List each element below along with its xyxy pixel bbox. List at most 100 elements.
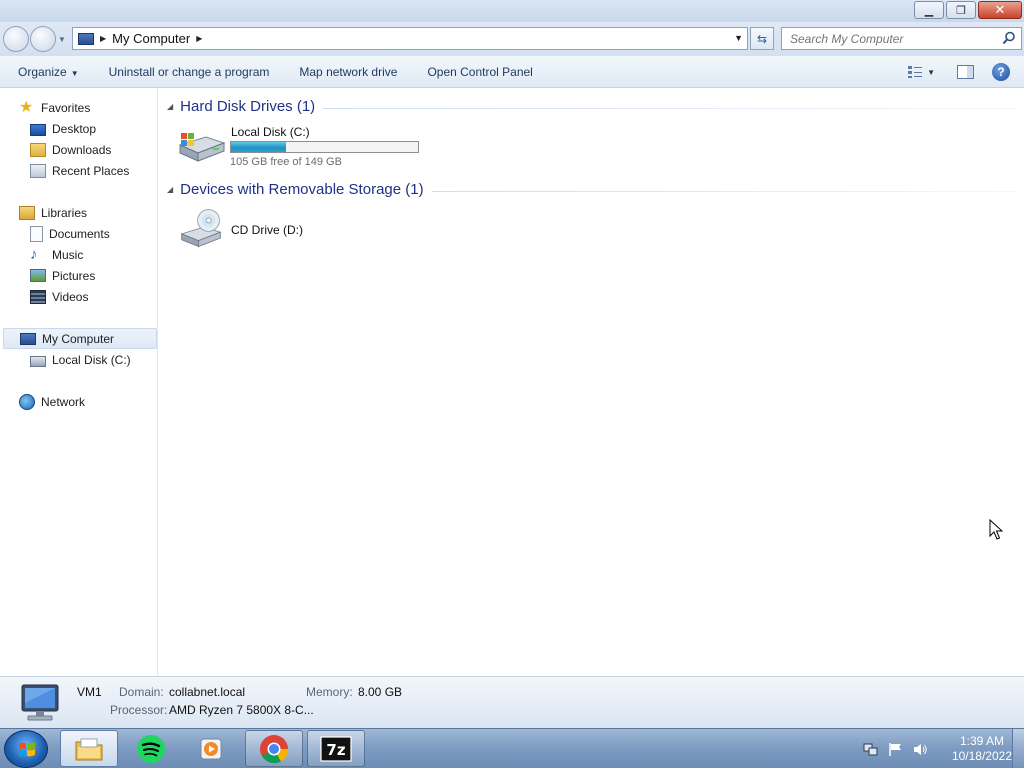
nav-desktop-label: Desktop bbox=[52, 121, 97, 136]
domain-label: Domain: bbox=[119, 685, 164, 699]
nav-libraries[interactable]: Libraries bbox=[19, 202, 87, 223]
view-controls: ▼ ? bbox=[907, 56, 1024, 88]
organize-button[interactable]: Organize ▼ bbox=[0, 65, 94, 79]
7zip-icon: 7z bbox=[320, 735, 352, 762]
nav-documents[interactable]: Documents bbox=[30, 223, 110, 244]
documents-icon bbox=[30, 225, 43, 242]
breadcrumb-location[interactable]: My Computer bbox=[112, 31, 190, 46]
address-bar[interactable]: ▶ My Computer ▶ ▼ bbox=[72, 27, 748, 50]
nav-videos-label: Videos bbox=[52, 289, 89, 304]
drive-d-name: CD Drive (D:) bbox=[231, 223, 303, 237]
restore-icon: ❐ bbox=[956, 4, 966, 17]
hard-disk-icon bbox=[178, 133, 226, 162]
drive-item-c[interactable]: Local Disk (C:) 105 GB free of 149 GB bbox=[176, 123, 426, 171]
minimize-button[interactable]: ▁ bbox=[914, 1, 944, 19]
nav-favorites-label: Favorites bbox=[41, 100, 91, 115]
media-player-icon bbox=[200, 738, 222, 759]
nav-music[interactable]: ♪ Music bbox=[30, 244, 83, 265]
map-network-drive-button[interactable]: Map network drive bbox=[284, 65, 412, 79]
clock[interactable]: 1:39 AM 10/18/2022 bbox=[952, 734, 1012, 764]
taskbar-chrome-button[interactable] bbox=[245, 730, 303, 767]
taskbar-media-player-button[interactable] bbox=[183, 730, 241, 767]
nav-libraries-label: Libraries bbox=[41, 205, 88, 220]
address-dropdown-icon[interactable]: ▼ bbox=[734, 33, 743, 43]
nav-my-computer[interactable]: My Computer bbox=[3, 328, 157, 349]
nav-downloads[interactable]: Downloads bbox=[30, 139, 111, 160]
nav-downloads-label: Downloads bbox=[52, 142, 112, 157]
uninstall-program-button[interactable]: Uninstall or change a program bbox=[94, 65, 285, 79]
help-icon[interactable]: ? bbox=[992, 63, 1010, 81]
navigation-pane: ★ Favorites Desktop Downloads Recent Pla… bbox=[0, 89, 158, 676]
start-button[interactable] bbox=[4, 730, 48, 768]
windows-logo-icon bbox=[19, 742, 35, 757]
breadcrumb-arrow-icon[interactable]: ▶ bbox=[100, 34, 106, 43]
recent-pages-dropdown[interactable]: ▼ bbox=[58, 35, 66, 44]
refresh-button[interactable]: ⇆ bbox=[750, 27, 774, 50]
title-bar: ▁ ❐ ✕ bbox=[0, 0, 1024, 22]
drive-item-d[interactable]: CD Drive (D:) bbox=[176, 207, 326, 255]
breadcrumb-arrow-icon[interactable]: ▶ bbox=[196, 34, 202, 43]
address-row: ▼ ▶ My Computer ▶ ▼ ⇆ bbox=[0, 22, 1024, 56]
command-bar: Organize ▼ Uninstall or change a program … bbox=[0, 56, 1024, 88]
computer-monitor-icon bbox=[21, 684, 59, 721]
nav-pictures[interactable]: Pictures bbox=[30, 265, 95, 286]
clock-time: 1:39 AM bbox=[959, 734, 1004, 748]
taskbar-explorer-button[interactable] bbox=[60, 730, 118, 767]
nav-local-disk-c[interactable]: Local Disk (C:) bbox=[30, 349, 131, 370]
nav-music-label: Music bbox=[52, 247, 84, 262]
volume-icon[interactable] bbox=[913, 742, 928, 757]
folder-icon bbox=[75, 738, 103, 760]
window-controls: ▁ ❐ ✕ bbox=[914, 1, 1022, 19]
minimize-icon: ▁ bbox=[924, 4, 934, 17]
close-button[interactable]: ✕ bbox=[978, 1, 1022, 19]
restore-button[interactable]: ❐ bbox=[946, 1, 976, 19]
music-icon: ♪ bbox=[30, 245, 38, 263]
taskbar-7zip-button[interactable]: 7z bbox=[307, 730, 365, 767]
view-options-dropdown[interactable]: ▼ bbox=[927, 68, 935, 77]
network-tray-icon[interactable] bbox=[863, 742, 878, 757]
processor-label: Processor: bbox=[110, 703, 168, 717]
collapse-triangle-icon[interactable]: ◢ bbox=[167, 185, 173, 194]
recent-places-icon bbox=[30, 163, 46, 178]
nav-network-label: Network bbox=[41, 394, 86, 409]
nav-desktop[interactable]: Desktop bbox=[30, 118, 96, 139]
nav-my-computer-label: My Computer bbox=[42, 331, 115, 346]
action-center-flag-icon[interactable] bbox=[888, 742, 903, 757]
libraries-icon bbox=[19, 205, 35, 220]
computer-icon bbox=[20, 332, 36, 345]
nav-network[interactable]: Network bbox=[19, 391, 85, 412]
removable-storage-group[interactable]: ◢ Devices with Removable Storage (1) bbox=[167, 181, 1017, 198]
taskbar-spotify-button[interactable] bbox=[122, 730, 180, 767]
clock-date: 10/18/2022 bbox=[951, 749, 1012, 763]
nav-videos[interactable]: Videos bbox=[30, 286, 88, 307]
collapse-triangle-icon[interactable]: ◢ bbox=[167, 102, 173, 111]
memory-label: Memory: bbox=[306, 685, 353, 699]
details-pane: VM1 Domain: collabnet.local Memory: 8.00… bbox=[0, 676, 1024, 728]
chrome-icon bbox=[260, 734, 289, 763]
group-divider bbox=[431, 190, 1017, 192]
back-button[interactable] bbox=[3, 26, 29, 52]
nav-favorites[interactable]: ★ Favorites bbox=[19, 97, 90, 118]
forward-button[interactable] bbox=[30, 26, 56, 52]
open-control-panel-button[interactable]: Open Control Panel bbox=[412, 65, 547, 79]
nav-pictures-label: Pictures bbox=[52, 268, 96, 283]
show-desktop-button[interactable] bbox=[1012, 729, 1024, 768]
change-view-icon[interactable] bbox=[907, 65, 923, 79]
processor-value: AMD Ryzen 7 5800X 8-C... bbox=[169, 703, 314, 717]
organize-label: Organize bbox=[18, 64, 67, 79]
nav-recent-places-label: Recent Places bbox=[52, 163, 130, 178]
search-icon[interactable] bbox=[1002, 31, 1016, 45]
hard-disk-drives-group[interactable]: ◢ Hard Disk Drives (1) bbox=[167, 98, 1017, 115]
nav-local-disk-label: Local Disk (C:) bbox=[52, 352, 131, 367]
svg-text:7z: 7z bbox=[326, 741, 345, 759]
search-input[interactable] bbox=[782, 28, 992, 49]
downloads-folder-icon bbox=[30, 142, 46, 157]
preview-pane-icon[interactable] bbox=[957, 65, 974, 79]
search-box[interactable] bbox=[781, 27, 1022, 50]
cd-drive-icon bbox=[180, 209, 222, 248]
nav-recent-places[interactable]: Recent Places bbox=[30, 160, 129, 181]
mouse-cursor-icon bbox=[989, 519, 1003, 540]
content-pane: ◢ Hard Disk Drives (1) Local Disk (C:) 1… bbox=[159, 89, 1024, 676]
drive-c-name: Local Disk (C:) bbox=[231, 125, 310, 139]
hard-disk-icon bbox=[30, 356, 46, 367]
